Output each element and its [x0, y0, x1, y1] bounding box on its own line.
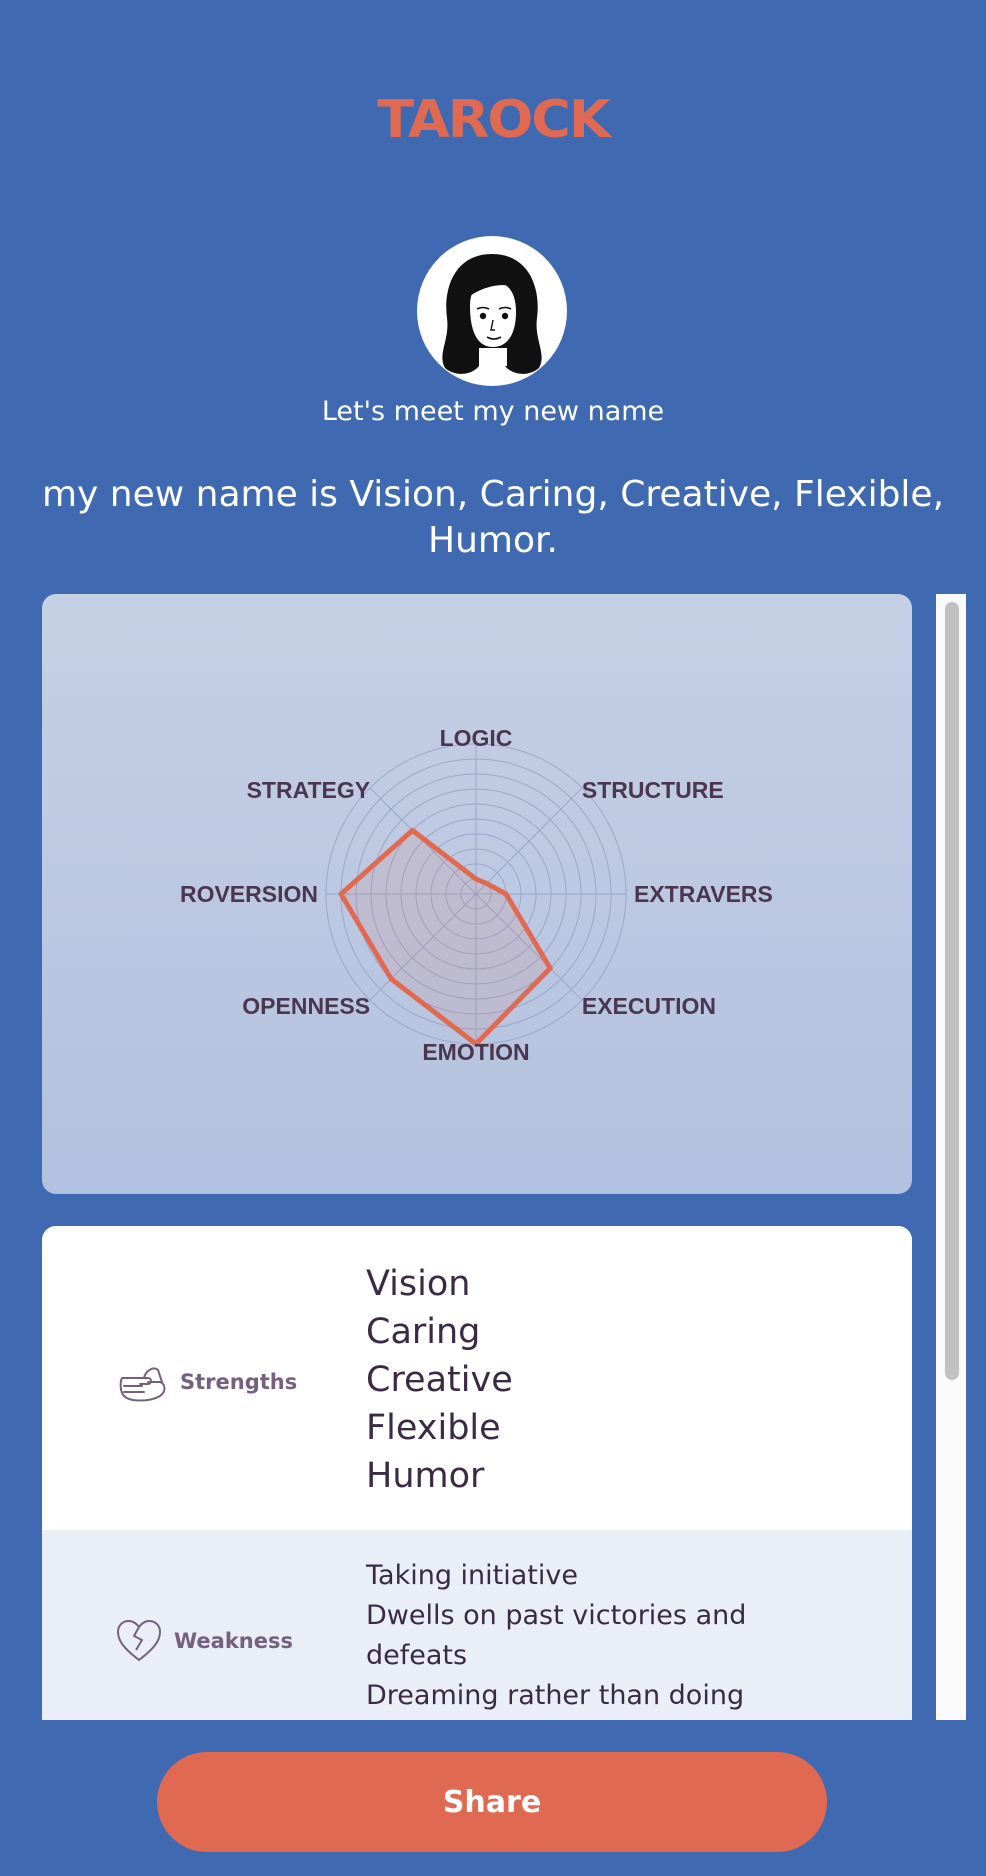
strengths-list: Vision Caring Creative Flexible Humor — [366, 1260, 513, 1500]
strengths-row: Strengths Vision Caring Creative Flexibl… — [42, 1226, 912, 1530]
list-item: Taking initiative — [366, 1560, 578, 1591]
list-item: Humor — [366, 1456, 485, 1496]
share-button[interactable]: Share — [157, 1752, 827, 1852]
weakness-row: Weakness Taking initiative Dwells on pas… — [42, 1530, 912, 1720]
broken-heart-icon — [116, 1619, 162, 1662]
list-item: Vision — [366, 1264, 471, 1304]
strengths-header: Strengths — [118, 1360, 297, 1404]
radar-axis-label: STRUCTURE — [582, 777, 724, 803]
profile-subtitle: Let's meet my new name — [321, 396, 665, 427]
strengths-label: Strengths — [180, 1370, 298, 1394]
list-item: Creative — [366, 1360, 513, 1400]
radar-chart-card: LOGIC STRUCTURE EXTRAVERS EXECUTION EMOTION O… — [42, 594, 912, 1194]
weakness-list: Taking initiative Dwells on past victori… — [366, 1556, 826, 1716]
radar-series-polygon — [338, 827, 553, 1047]
tarock-logo: TAROCK — [377, 89, 610, 150]
hand-pointing-icon — [119, 1367, 166, 1402]
profile-name-line: my new name is Vision, Caring, Creative,… — [41, 474, 945, 561]
list-item: Caring — [366, 1312, 481, 1352]
radar-chart: LOGIC STRUCTURE EXTRAVERS EXECUTION EMOTION O… — [180, 725, 773, 1065]
avatar — [417, 236, 567, 386]
radar-axis-label: STRATEGY — [247, 777, 371, 803]
radar-axis-label: OPENNESS — [242, 993, 370, 1019]
scrollbar-thumb[interactable] — [945, 602, 959, 1380]
weakness-label: Weakness — [174, 1629, 293, 1653]
radar-axis-label: EMOTION — [422, 1039, 529, 1065]
radar-axis-label: LOGIC — [440, 725, 513, 751]
results-scroll-area[interactable]: LOGIC STRUCTURE EXTRAVERS EXECUTION EMOTION O… — [42, 594, 912, 1720]
woman-portrait-icon — [442, 254, 542, 374]
radar-axis-label: EXTRAVERS — [634, 881, 773, 907]
list-item: Dwells on past victories and defeats — [366, 1600, 747, 1671]
weakness-header: Weakness — [114, 1618, 293, 1664]
radar-axis-label: ROVERSION — [180, 881, 318, 907]
list-item: Flexible — [366, 1408, 501, 1448]
traits-card: Strengths Vision Caring Creative Flexibl… — [42, 1226, 912, 1720]
radar-axis-label: EXECUTION — [582, 993, 716, 1019]
list-item: Dreaming rather than doing — [366, 1680, 745, 1711]
